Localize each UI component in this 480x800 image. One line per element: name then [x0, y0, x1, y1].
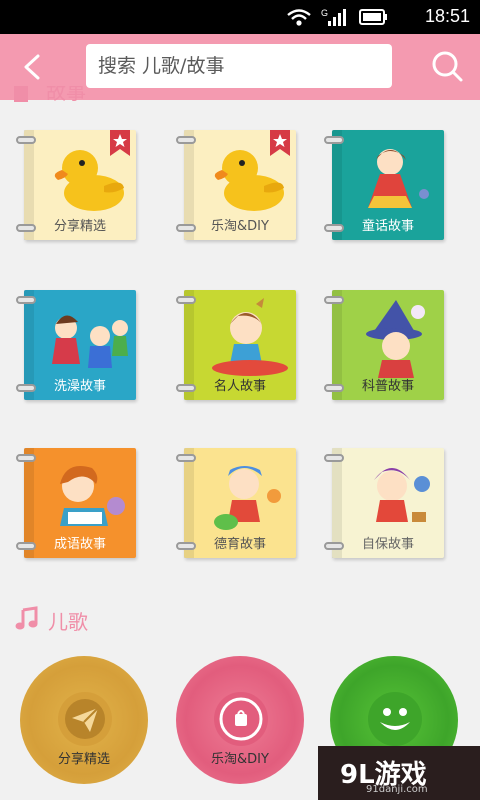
song-disc-item[interactable]: 乐淘&DIY: [176, 656, 304, 784]
book-label: 自保故事: [361, 537, 414, 552]
shopping-bag-icon: [214, 692, 268, 746]
binder-ring-icon: [16, 296, 36, 304]
story-category-item[interactable]: 名人故事: [174, 286, 296, 400]
disc-label: 乐淘&DIY: [211, 752, 269, 767]
story-category-item[interactable]: 洗澡故事: [14, 286, 136, 400]
binder-ring-icon: [324, 136, 344, 144]
story-category-item[interactable]: 自保故事: [322, 444, 444, 558]
binder-ring-icon: [324, 454, 344, 462]
stories-section-title: 故事: [14, 86, 94, 102]
music-note-icon: [15, 606, 38, 630]
book-label: 德育故事: [213, 537, 266, 552]
watermark-logo: 9L游戏 91danji.com: [318, 746, 480, 800]
book-label: 成语故事: [53, 537, 106, 552]
paper-plane-icon: [58, 692, 112, 746]
book-label: 乐淘&DIY: [211, 219, 269, 234]
story-category-item[interactable]: 成语故事: [14, 444, 136, 558]
story-category-item[interactable]: 乐淘&DIY: [174, 126, 296, 240]
story-category-item[interactable]: 童话故事: [322, 126, 444, 240]
binder-ring-icon: [16, 454, 36, 462]
book-illustration: [44, 298, 132, 378]
book-illustration: [204, 298, 292, 378]
songs-section-label: 儿歌: [48, 610, 88, 634]
book-label: 科普故事: [361, 379, 414, 394]
signal-icon: [328, 9, 346, 26]
book-illustration: [44, 456, 132, 536]
binder-ring-icon: [324, 296, 344, 304]
bookmark-star-icon: [110, 130, 130, 156]
search-button[interactable]: [424, 44, 470, 90]
clock: 18:51: [424, 6, 470, 26]
book-illustration: [204, 456, 292, 536]
battery-icon: [359, 9, 387, 25]
story-category-item[interactable]: 分享精选: [14, 126, 136, 240]
book-illustration: [352, 138, 440, 218]
stories-section-label: 故事: [46, 86, 86, 102]
binder-ring-icon: [176, 454, 196, 462]
status-bar: G 18:51: [0, 0, 480, 34]
binder-ring-icon: [16, 136, 36, 144]
disc-label: 分享精选: [57, 752, 110, 767]
story-category-item[interactable]: 德育故事: [174, 444, 296, 558]
back-button[interactable]: [6, 42, 58, 92]
binder-ring-icon: [176, 296, 196, 304]
book-icon: [14, 86, 28, 102]
bookmark-star-icon: [270, 130, 290, 156]
search-icon: [432, 51, 463, 82]
network-type-label: G: [321, 8, 328, 18]
back-arrow-icon: [24, 54, 40, 80]
book-illustration: [352, 298, 440, 378]
wifi-icon: [287, 9, 311, 26]
book-illustration: [352, 456, 440, 536]
search-input[interactable]: [86, 44, 392, 88]
book-label: 分享精选: [53, 219, 106, 234]
search-field[interactable]: [86, 44, 392, 88]
book-label: 洗澡故事: [53, 379, 106, 394]
binder-ring-icon: [176, 136, 196, 144]
clown-icon: [368, 692, 422, 746]
book-label: 名人故事: [213, 379, 266, 394]
watermark-sub: 91danji.com: [366, 784, 428, 795]
book-label: 童话故事: [361, 219, 414, 234]
status-icons: G: [287, 8, 387, 26]
song-disc-item[interactable]: 分享精选: [20, 656, 148, 784]
story-category-item[interactable]: 科普故事: [322, 286, 444, 400]
